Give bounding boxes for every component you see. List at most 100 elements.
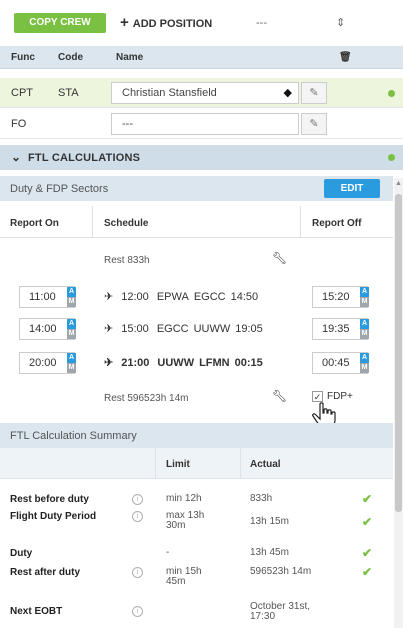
am-label: A: [67, 353, 76, 363]
scrollbar-thumb[interactable]: [395, 194, 402, 512]
am-label: A: [360, 287, 369, 297]
crew-name-value: ---: [122, 118, 133, 130]
summary-limit: max 13h 30m: [166, 510, 205, 531]
scroll-up-icon[interactable]: ▲: [395, 180, 402, 187]
dep-time: 15:00: [121, 323, 149, 335]
dep-time: 21:00: [121, 357, 150, 369]
edit-sectors-button[interactable]: EDIT: [324, 179, 380, 198]
from-airport: EGCC: [156, 323, 189, 335]
info-icon[interactable]: i: [132, 511, 143, 522]
wrench-icon[interactable]: 🔧︎: [272, 251, 287, 265]
am-toggle[interactable]: AM: [67, 319, 76, 339]
edit-crew-button[interactable]: ✎: [301, 113, 327, 135]
am-toggle[interactable]: AM: [67, 287, 76, 307]
eraser-icon[interactable]: ◆: [284, 86, 292, 99]
column-divider: [240, 448, 241, 479]
summary-actual: 833h: [250, 493, 273, 504]
plus-icon: +: [120, 14, 129, 31]
arr-time: 19:05: [235, 323, 263, 335]
to-airport: LFMN: [199, 357, 230, 369]
crew-name-value: Christian Stansfield: [122, 87, 217, 99]
add-position-button[interactable]: + ADD POSITION: [120, 13, 212, 33]
position-select-arrows-icon[interactable]: ⇕: [336, 13, 345, 33]
am-toggle[interactable]: AM: [360, 319, 369, 339]
edit-icon: ✎: [309, 118, 319, 130]
scrollbar[interactable]: ▲: [394, 178, 403, 628]
summary-header: Limit Actual: [0, 448, 393, 479]
schedule-header: Report On Schedule Report Off: [0, 206, 393, 238]
am-label: A: [360, 319, 369, 329]
plane-icon: ✈: [104, 291, 114, 303]
to-airport: EGCC: [193, 291, 226, 303]
summary-limit: min 12h: [166, 493, 202, 504]
am-label: A: [67, 319, 76, 329]
crew-toolbar: COPY CREW + ADD POSITION --- ⇕: [0, 0, 403, 46]
m-label: M: [67, 363, 76, 373]
copy-crew-button[interactable]: COPY CREW: [14, 13, 106, 33]
edit-crew-button[interactable]: ✎: [301, 82, 327, 104]
sector-row: ✈ 15:00 EGCC UUWW 19:05: [104, 322, 263, 335]
ftl-calculations-header[interactable]: ⌄ FTL CALCULATIONS: [0, 145, 403, 170]
summary-limit: -: [166, 547, 170, 558]
summary-actual: 13h 15m: [250, 516, 289, 527]
rest-after-text: Rest 596523h 14m: [104, 393, 189, 404]
rest-before-text: Rest 833h: [104, 255, 150, 266]
am-label: A: [67, 287, 76, 297]
report-off-value: 00:45: [322, 357, 350, 369]
column-divider: [155, 448, 156, 479]
from-airport: EPWA: [156, 291, 189, 303]
crew-func: FO: [11, 118, 27, 130]
edit-icon: ✎: [309, 87, 319, 99]
am-toggle[interactable]: AM: [360, 287, 369, 307]
check-icon: ✔: [362, 492, 373, 506]
crew-code: STA: [58, 87, 79, 99]
crew-name-field[interactable]: Christian Stansfield ◆: [111, 82, 299, 104]
trash-icon[interactable]: 🗑: [339, 52, 352, 63]
am-toggle[interactable]: AM: [360, 353, 369, 373]
m-label: M: [67, 329, 76, 339]
crew-name-field[interactable]: ---: [111, 113, 299, 135]
fdp-plus-checkbox[interactable]: ✓: [312, 391, 323, 402]
crew-row-cpt: CPT STA Christian Stansfield ◆ ✎: [0, 78, 403, 108]
summary-label: Duty: [10, 548, 33, 559]
column-divider: [92, 206, 93, 238]
summary-actual: 596523h 14m: [250, 566, 312, 577]
report-on-value: 11:00: [29, 291, 56, 303]
wrench-icon[interactable]: 🔧︎: [272, 389, 287, 403]
status-dot: [388, 90, 395, 97]
m-label: M: [360, 363, 369, 373]
summary-actual: 13h 45m: [250, 547, 289, 558]
m-label: M: [360, 329, 369, 339]
am-label: A: [360, 353, 369, 363]
report-off-value: 19:35: [322, 323, 350, 335]
column-divider: [300, 206, 301, 238]
fdp-plus-label: FDP+: [327, 391, 353, 403]
m-label: M: [360, 297, 369, 307]
summary-label: Rest before duty: [10, 494, 89, 505]
am-toggle[interactable]: AM: [67, 353, 76, 373]
code-header: Code: [58, 52, 83, 63]
plane-icon: ✈: [104, 357, 114, 369]
summary-actual: October 31st, 17:30: [250, 601, 311, 622]
crew-row-fo: FO --- ✎: [0, 109, 403, 139]
fdp-plus-toggle[interactable]: ✓ FDP+: [312, 391, 353, 402]
schedule-header-label: Schedule: [104, 218, 149, 229]
arr-time: 14:50: [230, 291, 259, 303]
crew-table-header: Func Code Name 🗑: [0, 46, 403, 69]
report-on-header: Report On: [10, 218, 59, 229]
name-header: Name: [116, 52, 144, 63]
func-header: Func: [11, 52, 35, 63]
info-icon[interactable]: i: [132, 606, 143, 617]
report-on-value: 14:00: [29, 323, 57, 335]
check-icon: ✔: [362, 546, 373, 560]
sectors-bar: Duty & FDP Sectors EDIT: [0, 176, 393, 201]
from-airport: UUWW: [157, 357, 195, 369]
dep-time: 12:00: [121, 291, 149, 303]
summary-limit: min 15h 45m: [166, 566, 202, 587]
position-select[interactable]: ---: [256, 13, 267, 33]
check-icon: ✔: [362, 565, 373, 579]
status-dot: [388, 154, 395, 161]
info-icon[interactable]: i: [132, 494, 143, 505]
sector-row: ✈ 12:00 EPWA EGCC 14:50: [104, 290, 258, 303]
info-icon[interactable]: i: [132, 567, 143, 578]
